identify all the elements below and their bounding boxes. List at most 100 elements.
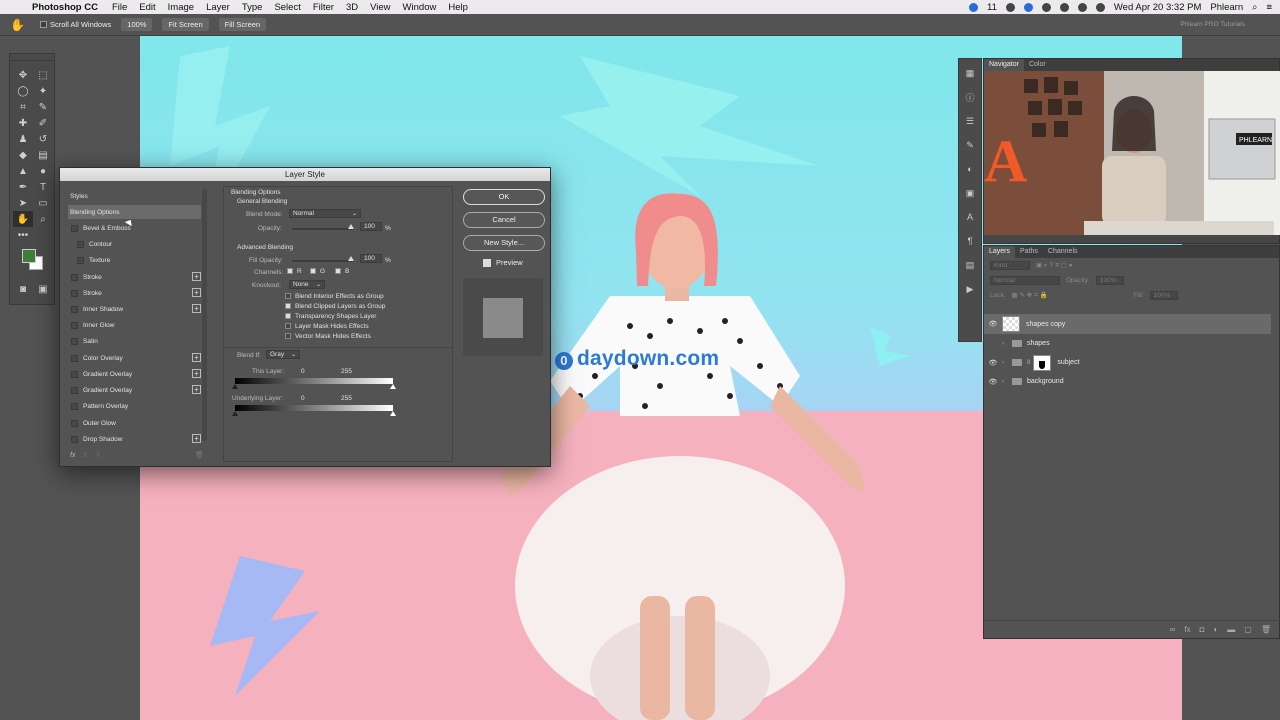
underlying-layer-gradient[interactable] (235, 405, 393, 411)
menu-help[interactable]: Help (442, 2, 474, 13)
style-item-stroke-2[interactable]: Stroke + (68, 286, 201, 300)
character-panel-icon[interactable]: A (959, 207, 981, 227)
fit-screen-button[interactable]: Fit Screen (162, 18, 209, 31)
pen-tool-icon[interactable]: ✒ (13, 179, 33, 195)
add-effect-plus-icon[interactable]: + (192, 385, 201, 394)
style-item-stroke[interactable]: Stroke + (68, 270, 201, 284)
zoom-tool-icon[interactable]: ⌕ (33, 211, 53, 227)
lock-icons[interactable]: ▦ ✎ ✥ ⌗ 🔒 (1012, 291, 1048, 300)
clone-stamp-tool-icon[interactable]: ♟ (13, 131, 33, 147)
underlying-white-thumb[interactable] (390, 411, 396, 416)
channel-g-checkbox[interactable]: G (310, 268, 325, 275)
channel-b-checkbox[interactable]: B (335, 268, 349, 275)
channel-r-checkbox[interactable]: R (287, 268, 302, 275)
filter-icons[interactable]: ▣ ◐ T ⌗ ▢ ● (1036, 261, 1073, 270)
dialog-title[interactable]: Layer Style (60, 168, 550, 181)
menu-view[interactable]: View (364, 2, 396, 13)
adjustment-layer-icon[interactable]: ◐ (1213, 625, 1218, 634)
expand-triangle-icon[interactable]: › (1002, 341, 1012, 347)
fill-field[interactable]: 100% (1149, 291, 1178, 300)
style-checkbox[interactable] (71, 354, 78, 362)
zoom-100-button[interactable]: 100% (121, 18, 153, 31)
style-item-drop-shadow[interactable]: Drop Shadow + (68, 432, 201, 446)
opacity-slider-thumb[interactable] (348, 224, 354, 229)
kind-filter-select[interactable]: Kind (990, 261, 1030, 270)
toolbox-grip[interactable] (10, 54, 54, 61)
paragraph-panel-icon[interactable]: ¶ (959, 231, 981, 251)
status-icon[interactable] (1005, 2, 1015, 12)
lasso-tool-icon[interactable]: ◯ (13, 83, 33, 99)
style-item-satin[interactable]: Satin (68, 334, 201, 348)
add-effect-plus-icon[interactable]: + (192, 272, 201, 281)
info-panel-icon[interactable]: ⓘ (959, 87, 981, 107)
hand-tool-icon[interactable]: ✋ (10, 18, 32, 32)
hand-tool-icon[interactable]: ✋ (13, 211, 33, 227)
style-item-gradient-overlay[interactable]: Gradient Overlay + (68, 367, 201, 381)
underlying-black-thumb[interactable] (232, 411, 238, 416)
menubar-user[interactable]: Phlearn (1210, 2, 1243, 13)
blend-mode-select[interactable]: Normal (990, 276, 1060, 285)
delete-effect-icon[interactable]: 🗑 (195, 451, 204, 459)
layer-row-subject[interactable]: 👁 › 8 subject (984, 353, 1271, 372)
new-layer-icon[interactable]: ▢ (1244, 625, 1252, 634)
foreground-color-swatch[interactable] (22, 249, 36, 263)
fx-menu-icon[interactable]: fx (70, 452, 75, 459)
layer-row-shapes-copy[interactable]: 👁 shapes copy (984, 314, 1271, 334)
add-effect-plus-icon[interactable]: + (192, 304, 201, 313)
dropbox-icon[interactable] (1023, 2, 1033, 12)
delete-layer-icon[interactable]: 🗑 (1261, 625, 1271, 634)
crop-tool-icon[interactable]: ⌗ (13, 99, 33, 115)
style-checkbox[interactable] (71, 305, 78, 313)
quick-mask-icon[interactable]: ◙ (13, 281, 33, 297)
move-up-icon[interactable]: ⇧ (82, 452, 88, 459)
style-checkbox[interactable] (71, 273, 78, 281)
style-item-inner-shadow[interactable]: Inner Shadow + (68, 302, 201, 316)
tab-paths[interactable]: Paths (1015, 246, 1043, 258)
layer-row-shapes[interactable]: › shapes (984, 334, 1271, 353)
menu-type[interactable]: Type (236, 2, 269, 13)
style-checkbox[interactable] (71, 402, 78, 410)
menu-image[interactable]: Image (162, 2, 200, 13)
fill-opacity-slider-thumb[interactable] (348, 256, 354, 261)
gradient-tool-icon[interactable]: ▤ (33, 147, 53, 163)
swatches-panel-icon[interactable]: ▤ (959, 255, 981, 275)
screen-mode-icon[interactable]: ▣ (33, 281, 53, 297)
this-layer-gradient[interactable] (235, 378, 393, 384)
add-effect-plus-icon[interactable]: + (192, 369, 201, 378)
menu-3d[interactable]: 3D (340, 2, 364, 13)
blur-tool-icon[interactable]: ▲ (13, 163, 33, 179)
opacity-input[interactable]: 100 (360, 222, 382, 231)
eyedropper-tool-icon[interactable]: ✎ (33, 99, 53, 115)
style-item-pattern-overlay[interactable]: Pattern Overlay (68, 399, 201, 413)
layer-mask-hides-checkbox[interactable]: Layer Mask Hides Effects (285, 323, 369, 330)
add-effect-plus-icon[interactable]: + (192, 434, 201, 443)
blend-interior-checkbox[interactable]: Blend Interior Effects as Group (285, 293, 384, 300)
style-checkbox[interactable] (71, 321, 78, 329)
menu-window[interactable]: Window (397, 2, 443, 13)
menu-select[interactable]: Select (268, 2, 306, 13)
layer-row-background[interactable]: 👁 › background (984, 372, 1271, 391)
visibility-eye-icon[interactable]: 👁 (984, 320, 1002, 328)
style-item-texture[interactable]: Texture (68, 253, 201, 267)
history-brush-tool-icon[interactable]: ↺ (33, 131, 53, 147)
fill-opacity-input[interactable]: 100 (360, 254, 382, 263)
type-tool-icon[interactable]: T (33, 179, 53, 195)
adjustments-panel-icon[interactable]: ◐ (959, 159, 981, 179)
magic-wand-tool-icon[interactable]: ✦ (33, 83, 53, 99)
blend-clipped-checkbox[interactable]: Blend Clipped Layers as Group (285, 303, 385, 310)
creative-cloud-icon[interactable] (969, 2, 978, 12)
style-item-gradient-overlay-2[interactable]: Gradient Overlay + (68, 383, 201, 397)
fill-opacity-slider-track[interactable] (292, 260, 354, 262)
eraser-tool-icon[interactable]: ◆ (13, 147, 33, 163)
style-checkbox[interactable] (71, 370, 78, 378)
ok-button[interactable]: OK (463, 189, 545, 205)
knockout-dropdown[interactable]: None ⌄ (289, 280, 325, 289)
style-checkbox[interactable] (71, 435, 78, 443)
menu-edit[interactable]: Edit (133, 2, 161, 13)
menu-app-name[interactable]: Photoshop CC (28, 2, 106, 13)
add-effect-plus-icon[interactable]: + (192, 353, 201, 362)
add-mask-icon[interactable]: ◘ (1200, 625, 1205, 634)
style-item-inner-glow[interactable]: Inner Glow (68, 318, 201, 332)
styles-scrollbar[interactable] (202, 189, 207, 441)
this-layer-black-thumb[interactable] (232, 384, 238, 389)
